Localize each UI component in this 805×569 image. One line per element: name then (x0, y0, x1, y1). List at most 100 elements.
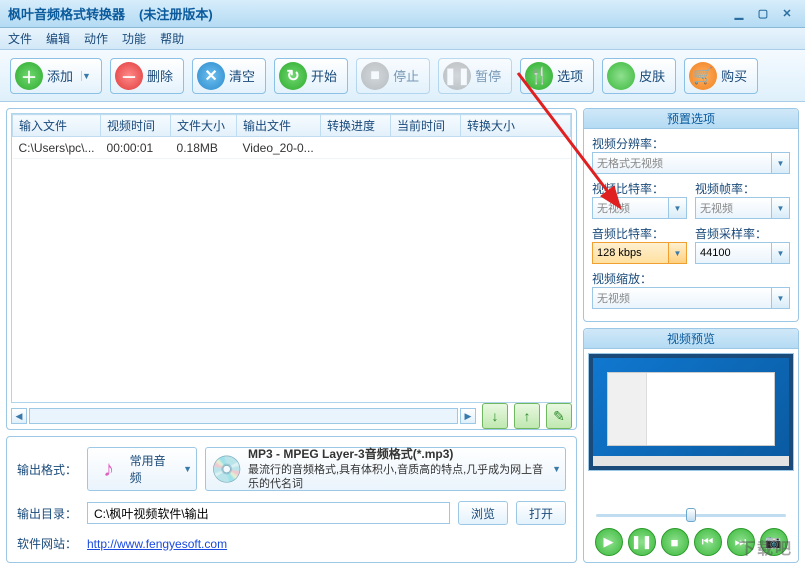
format-name: MP3 - MPEG Layer-3音频格式(*.mp3) (248, 447, 453, 461)
file-table-panel: 输入文件 视频时间 文件大小 输出文件 转换进度 当前时间 转换大小 C:\Us… (6, 108, 577, 430)
refresh-icon: ↻ (279, 62, 307, 90)
maximize-button[interactable]: ▢ (753, 6, 773, 22)
open-button[interactable]: 打开 (516, 501, 566, 525)
move-up-button[interactable]: ↑ (514, 403, 540, 429)
pause-preview-button[interactable]: ❚❚ (628, 528, 656, 556)
menu-help[interactable]: 帮助 (160, 30, 184, 47)
pause-label: 暂停 (475, 66, 501, 85)
col-input[interactable]: 输入文件 (13, 115, 101, 137)
start-button[interactable]: ↻开始 (274, 58, 348, 94)
x-icon: ✕ (197, 62, 225, 90)
site-link[interactable]: http://www.fengyesoft.com (87, 537, 227, 551)
buy-label: 购买 (721, 66, 747, 85)
cell-vtime: 00:00:01 (101, 137, 171, 159)
chevron-down-icon: ▼ (771, 243, 789, 263)
resolution-value: 无格式无视频 (597, 155, 663, 171)
clear-label: 清空 (229, 66, 255, 85)
output-format-label: 输出格式： (17, 461, 79, 478)
audio-samplerate-label: 音频采样率： (695, 225, 790, 242)
utensils-icon: 🍴 (525, 62, 553, 90)
delete-label: 删除 (147, 66, 173, 85)
cell-output: Video_20-0... (237, 137, 321, 159)
buy-button[interactable]: 🛒购买 (684, 58, 758, 94)
disc-icon: 💿 (210, 452, 244, 486)
next-frame-button[interactable]: ⏭ (727, 528, 755, 556)
plus-icon: ＋ (15, 62, 43, 90)
stop-label: 停止 (393, 66, 419, 85)
resolution-combo[interactable]: 无格式无视频 ▼ (592, 152, 790, 174)
close-button[interactable]: ✕ (777, 6, 797, 22)
stop-preview-button[interactable]: ■ (661, 528, 689, 556)
video-bitrate-label: 视频比特率： (592, 180, 687, 197)
chevron-down-icon: ▼ (183, 464, 192, 474)
minimize-button[interactable]: ▁ (729, 6, 749, 22)
app-title-suffix: (未注册版本) (139, 4, 213, 23)
scroll-right[interactable]: ▶ (460, 408, 476, 424)
move-down-button[interactable]: ↓ (482, 403, 508, 429)
seek-slider[interactable] (588, 506, 794, 524)
col-ctime[interactable]: 当前时间 (391, 115, 461, 137)
audio-bitrate-combo[interactable]: 128 kbps▼ (592, 242, 687, 264)
cell-fsize: 0.18MB (171, 137, 237, 159)
format-desc: 最流行的音频格式,具有体积小,音质高的特点,几乎成为网上音乐的代名词 (248, 464, 543, 490)
audio-samplerate-combo[interactable]: 44100▼ (695, 242, 790, 264)
format-category-button[interactable]: ♪ 常用音频 ▼ (87, 447, 197, 491)
zoom-combo[interactable]: 无视频▼ (592, 287, 790, 309)
video-preview[interactable] (588, 353, 794, 471)
col-csize[interactable]: 转换大小 (461, 115, 571, 137)
presets-panel: 预置选项 视频分辨率： 无格式无视频▼ 视频比特率： 无视频▼ 视频帧率： 无视… (583, 108, 799, 322)
video-bitrate-combo[interactable]: 无视频▼ (592, 197, 687, 219)
output-dir-input[interactable] (87, 502, 450, 524)
cart-icon: 🛒 (689, 62, 717, 90)
resolution-label: 视频分辨率： (592, 135, 790, 152)
skin-button[interactable]: 皮肤 (602, 58, 676, 94)
options-button[interactable]: 🍴选项 (520, 58, 594, 94)
pause-icon: ❚❚ (443, 62, 471, 90)
col-progress[interactable]: 转换进度 (321, 115, 391, 137)
add-dropdown[interactable]: ▼ (81, 71, 91, 81)
format-detail-button[interactable]: 💿 MP3 - MPEG Layer-3音频格式(*.mp3) 最流行的音频格式… (205, 447, 566, 491)
scroll-left[interactable]: ◀ (11, 408, 27, 424)
fps-combo[interactable]: 无视频 ▼ (695, 197, 790, 219)
col-output[interactable]: 输出文件 (237, 115, 321, 137)
site-label: 软件网站： (17, 535, 79, 552)
delete-button[interactable]: －删除 (110, 58, 184, 94)
start-label: 开始 (311, 66, 337, 85)
chevron-down-icon: ▼ (668, 243, 686, 263)
chevron-down-icon: ▼ (771, 288, 789, 308)
menu-file[interactable]: 文件 (8, 30, 32, 47)
chevron-down-icon: ▼ (771, 153, 789, 173)
play-button[interactable]: ▶ (595, 528, 623, 556)
edit-item-button[interactable]: ✎ (546, 403, 572, 429)
format-category-text: 常用音频 (130, 452, 177, 486)
file-table[interactable]: 输入文件 视频时间 文件大小 输出文件 转换进度 当前时间 转换大小 C:\Us… (12, 114, 571, 159)
minus-icon: － (115, 62, 143, 90)
preview-header: 视频预览 (584, 329, 798, 349)
add-label: 添加 (47, 66, 73, 85)
menu-function[interactable]: 功能 (122, 30, 146, 47)
menu-edit[interactable]: 编辑 (46, 30, 70, 47)
browse-button[interactable]: 浏览 (458, 501, 508, 525)
add-button[interactable]: ＋添加 ▼ (10, 58, 102, 94)
audio-bitrate-label: 音频比特率： (592, 225, 687, 242)
fps-value: 无视频 (700, 200, 733, 216)
clear-button[interactable]: ✕清空 (192, 58, 266, 94)
cell-csize (461, 137, 571, 159)
stop-button[interactable]: ■停止 (356, 58, 430, 94)
output-dir-label: 输出目录： (17, 505, 79, 522)
pause-button[interactable]: ❚❚暂停 (438, 58, 512, 94)
col-vtime[interactable]: 视频时间 (101, 115, 171, 137)
fps-label: 视频帧率： (695, 180, 790, 197)
chevron-down-icon: ▼ (771, 198, 789, 218)
chevron-down-icon: ▼ (552, 464, 561, 474)
menu-action[interactable]: 动作 (84, 30, 108, 47)
table-row[interactable]: C:\Users\pc\... 00:00:01 0.18MB Video_20… (13, 137, 571, 159)
prev-frame-button[interactable]: ⏮ (694, 528, 722, 556)
presets-header: 预置选项 (584, 109, 798, 129)
cell-progress (321, 137, 391, 159)
col-fsize[interactable]: 文件大小 (171, 115, 237, 137)
music-note-icon: ♪ (92, 452, 126, 486)
scroll-track[interactable] (29, 408, 458, 424)
cell-ctime (391, 137, 461, 159)
snapshot-button[interactable]: 📷 (760, 528, 788, 556)
